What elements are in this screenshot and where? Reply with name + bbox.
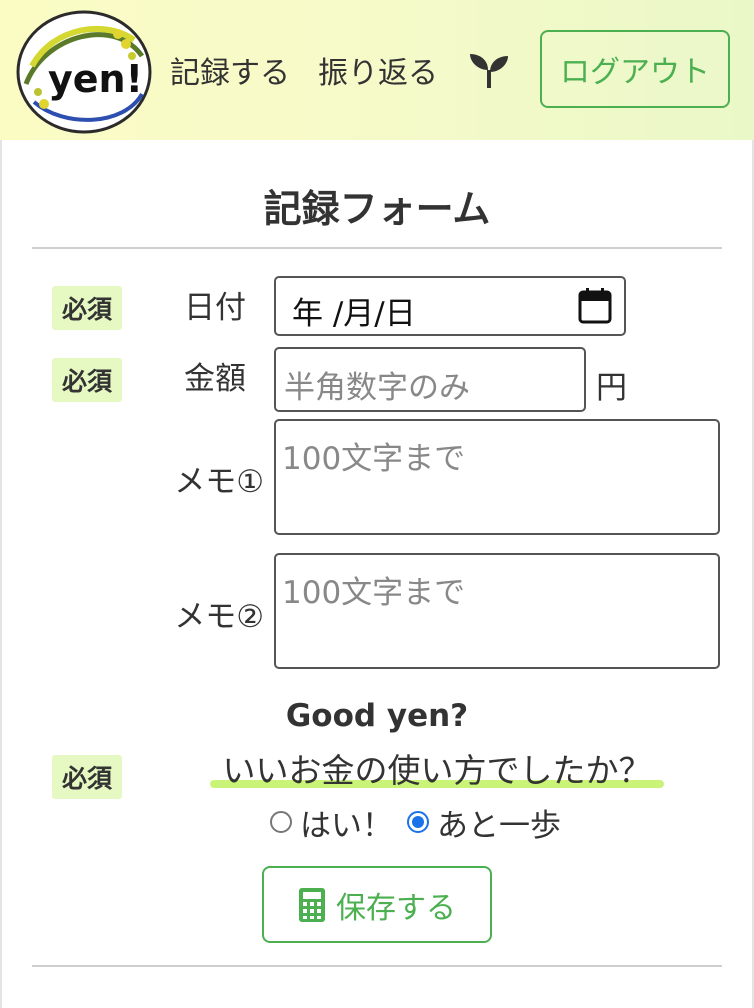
required-badge-good-yen: 必須 [52,755,122,799]
memo2-placeholder: 100文字まで [282,575,466,611]
svg-text:yen!: yen! [48,57,143,101]
amount-input[interactable]: 半角数字のみ [274,347,586,412]
title-divider [32,247,722,249]
left-border [0,140,2,1008]
memo1-textarea[interactable]: 100文字まで [274,419,720,535]
amount-unit: 円 [596,370,627,406]
logout-button[interactable]: ログアウト [540,30,730,108]
date-label: 日付 [184,290,246,326]
sprout-icon[interactable] [466,50,512,90]
radio-yes[interactable] [270,811,292,833]
yen-logo[interactable]: yen! [14,6,154,136]
good-yen-title: Good yen? [285,698,469,734]
calendar-icon[interactable] [578,287,612,325]
memo1-placeholder: 100文字まで [282,441,466,477]
save-button[interactable]: 保存する [262,866,492,943]
calculator-icon [299,887,325,922]
save-button-label: 保存する [336,890,456,926]
memo2-textarea[interactable]: 100文字まで [274,553,720,669]
date-input[interactable]: 年 /月/日 [274,276,626,336]
good-yen-question: いいお金の使い方でしたか？ [222,751,652,790]
form-title: 記録フォーム [263,187,491,231]
nav-record-link[interactable]: 記録する [170,48,290,92]
good-yen-options: はい！ あと一歩 [270,800,561,844]
radio-almost-label[interactable]: あと一歩 [437,800,561,845]
date-value: 年 /月/日 [292,296,416,332]
amount-label: 金額 [184,361,246,397]
app-header: yen! 記録する 振り返る ログアウト [0,0,754,140]
bottom-divider [32,965,722,967]
nav-review-link[interactable]: 振り返る [318,48,438,92]
amount-placeholder: 半角数字のみ [284,370,470,406]
memo1-label: メモ① [174,464,264,500]
radio-yes-label[interactable]: はい！ [300,800,393,845]
radio-almost[interactable] [407,811,429,833]
required-badge-date: 必須 [52,286,122,330]
memo2-label: メモ② [174,599,264,635]
required-badge-amount: 必須 [52,358,122,402]
